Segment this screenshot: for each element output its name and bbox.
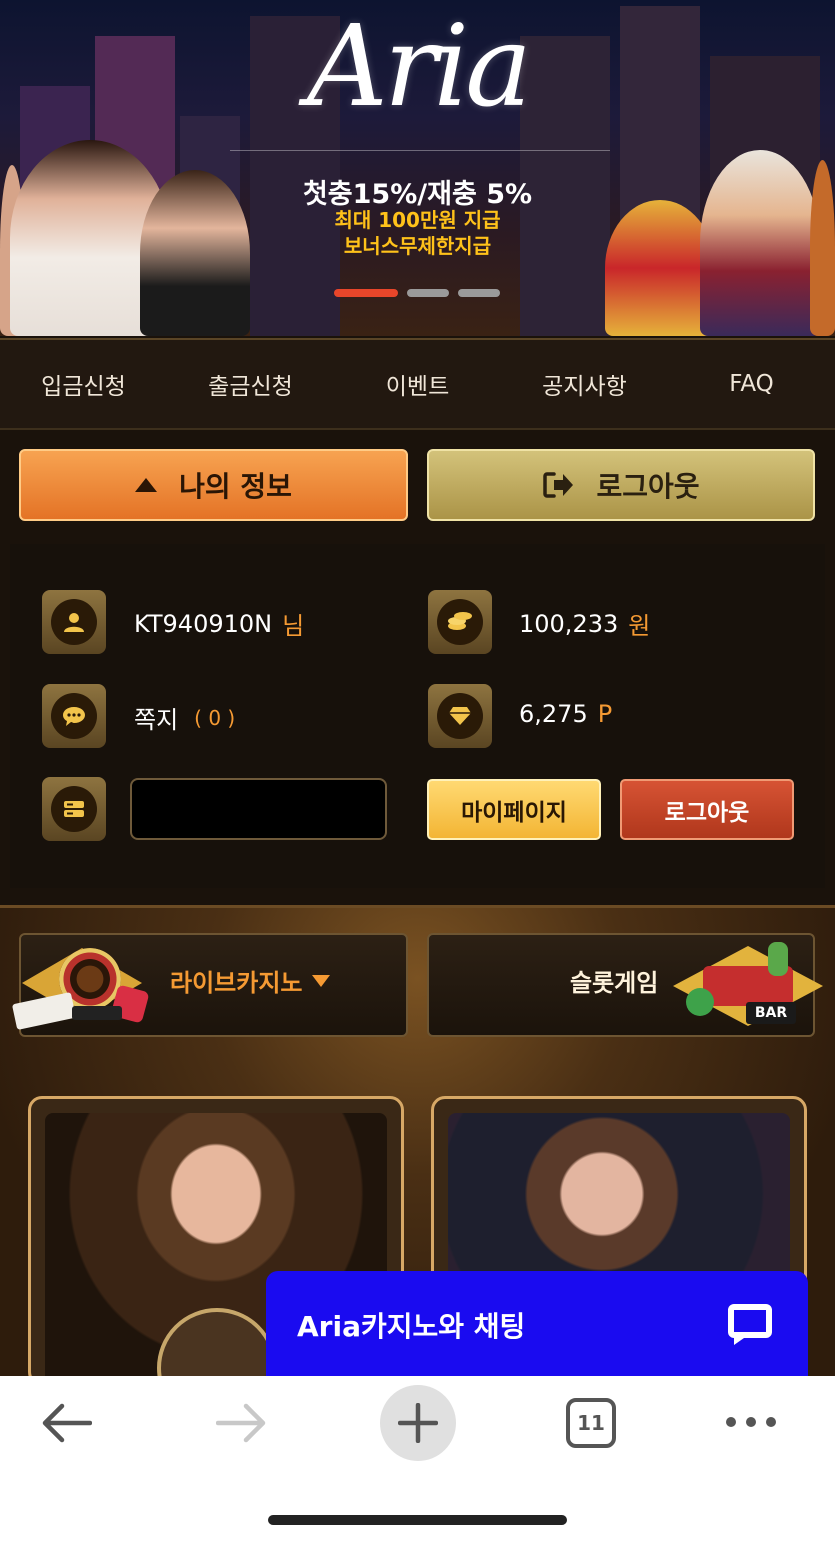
points-unit: P (597, 700, 613, 728)
my-info-button[interactable]: 나의 정보 (19, 449, 408, 521)
tab-count: 11 (577, 1411, 605, 1435)
coins-icon (448, 612, 472, 630)
balance-icon-box (428, 590, 492, 654)
balance-value: 100,233 (519, 609, 619, 638)
caret-up-icon (135, 478, 158, 492)
slot-machine-icon: BAR (668, 938, 835, 1032)
username: KT940910N (134, 609, 273, 638)
message-icon (63, 707, 85, 726)
nav-deposit[interactable]: 입금신청 (0, 340, 167, 428)
main-nav: 입금신청 출금신청 이벤트 공지사항 FAQ (0, 338, 835, 430)
points-row: 6,275 P (519, 700, 612, 728)
panel-logout-button[interactable]: 로그아웃 (620, 779, 794, 840)
chat-widget[interactable]: Aria카지노와 채팅 (266, 1271, 808, 1377)
logout-label: 로그아웃 (596, 470, 700, 503)
mypage-button[interactable]: 마이페이지 (427, 779, 601, 840)
chat-bubble-icon (728, 1304, 772, 1345)
promo-subline-2: 보너스무제한지급 (343, 234, 492, 258)
balance-unit: 원 (628, 612, 651, 640)
nav-notice[interactable]: 공지사항 (501, 340, 668, 428)
browser-toolbar: 11 (0, 1376, 835, 1542)
my-info-label: 나의 정보 (179, 470, 292, 503)
plus-icon (398, 1403, 438, 1443)
message-icon-box[interactable] (42, 684, 106, 748)
live-casino-text: 라이브카지노 (170, 969, 303, 997)
messages-row[interactable]: 쪽지 ( 0 ) (134, 700, 235, 735)
chat-title: Aria카지노와 채팅 (297, 1310, 526, 1343)
tabs-count-button[interactable]: 11 (566, 1398, 616, 1448)
messages-count: ( 0 ) (194, 705, 236, 730)
forward-button[interactable] (214, 1400, 268, 1446)
points-value: 6,275 (519, 700, 588, 728)
arrow-left-icon (42, 1403, 92, 1443)
arrow-right-icon (216, 1403, 266, 1443)
username-suffix: 님 (282, 612, 305, 640)
aria-logo: Aria (306, 2, 532, 132)
more-dots-icon (726, 1417, 776, 1427)
diamond-icon (449, 707, 471, 725)
more-options-button[interactable] (724, 1412, 778, 1432)
wallet-icon (64, 801, 84, 817)
back-button[interactable] (40, 1400, 94, 1446)
logout-button[interactable]: 로그아웃 (427, 449, 815, 521)
live-casino-label: 라이브카지노 (170, 963, 331, 998)
roulette-icon (11, 938, 164, 1032)
wallet-field[interactable] (130, 778, 387, 840)
balance-row: 100,233 원 (519, 606, 650, 641)
slide-dot[interactable] (458, 289, 500, 297)
promo-subline: 최대 100만원 지급 (334, 208, 501, 232)
logo-divider (230, 150, 610, 151)
provider-badge (157, 1308, 277, 1383)
chevron-down-icon (312, 974, 331, 987)
messages-label: 쪽지 (134, 706, 179, 734)
slide-dot[interactable] (407, 289, 449, 297)
username-row: KT940910N 님 (134, 606, 304, 641)
slide-dot-active[interactable] (334, 289, 398, 297)
logout-icon (543, 472, 574, 498)
user-icon-box (42, 590, 106, 654)
nav-event[interactable]: 이벤트 (334, 340, 501, 428)
nav-faq[interactable]: FAQ (668, 340, 835, 428)
nav-withdraw[interactable]: 출금신청 (167, 340, 334, 428)
wallet-icon-box (42, 777, 106, 841)
points-icon-box (428, 684, 492, 748)
home-indicator (268, 1515, 567, 1525)
hero-banner[interactable]: Aria 첫충15%/재충 5% 최대 100만원 지급 보너스무제한지급 (0, 0, 835, 336)
user-icon (64, 613, 84, 632)
slot-game-label: 슬롯게임 (570, 969, 659, 997)
